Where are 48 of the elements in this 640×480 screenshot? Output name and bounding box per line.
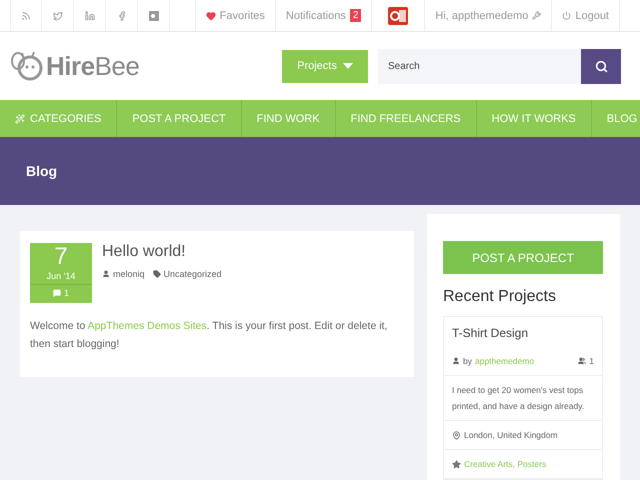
user-icon — [452, 357, 460, 365]
search-icon — [594, 60, 608, 72]
search-button[interactable] — [581, 48, 621, 84]
twitter-icon — [52, 10, 62, 20]
site-logo[interactable]: HireBee — [46, 50, 140, 82]
users-icon — [578, 357, 586, 365]
user-account-link[interactable]: Hi, appthemedemo — [424, 0, 552, 31]
notifications-link[interactable]: Notifications 2 — [274, 0, 372, 31]
sidebar-heading: Recent Projects — [443, 288, 557, 306]
projects-dropdown[interactable]: Projects — [282, 50, 368, 82]
date-day: 7 — [54, 243, 68, 271]
map-pin-icon — [452, 430, 461, 440]
site-link[interactable]: AppThemes Demos Sites — [88, 320, 207, 332]
post-author[interactable]: meloniq — [102, 269, 145, 279]
logout-link[interactable]: Logout — [551, 0, 620, 31]
author-link[interactable]: appthemedemo — [474, 353, 534, 369]
linkedin-icon — [84, 10, 94, 20]
post-category[interactable]: Uncategorized — [152, 269, 222, 279]
post-title[interactable]: Hello world! — [102, 243, 222, 261]
notification-count: 2 — [350, 9, 362, 22]
page-title: Blog — [26, 163, 58, 179]
search-field[interactable]: Search — [378, 48, 581, 84]
caret-icon — [342, 63, 353, 69]
document-icon[interactable] — [388, 6, 408, 24]
post-project-button[interactable]: POST A PROJECT — [443, 241, 603, 274]
user-icon — [102, 270, 110, 278]
rss-icon — [21, 10, 31, 20]
facebook-icon — [116, 10, 126, 20]
category-links[interactable]: Creative Arts, Posters — [464, 456, 546, 472]
favorites-link[interactable]: Favorites — [194, 0, 275, 31]
heart-icon — [206, 10, 216, 20]
post-excerpt: Welcome to AppThemes Demos Sites. This is your first post. Edit or delete it, then start blogging! — [30, 319, 388, 352]
wrench-icon — [532, 11, 542, 20]
google-plus-icon — [148, 10, 158, 20]
comment-icon — [52, 289, 61, 297]
power-icon — [562, 11, 572, 20]
by-label: by — [463, 355, 472, 368]
tag-icon — [152, 270, 161, 278]
comment-count[interactable]: 1 — [30, 284, 92, 298]
project-description: I need to get 20 women's vest tops printed, and have a design already. — [452, 384, 586, 413]
project-location: London, United Kingdom — [464, 429, 558, 442]
date-month: Jun '14 — [46, 271, 76, 281]
star-icon — [452, 460, 461, 468]
rss-link[interactable] — [10, 0, 42, 31]
project-title[interactable]: T-Shirt Design — [452, 325, 528, 341]
wand-icon — [15, 114, 25, 124]
bid-count: 1 — [589, 355, 594, 368]
bee-icon — [10, 51, 44, 81]
